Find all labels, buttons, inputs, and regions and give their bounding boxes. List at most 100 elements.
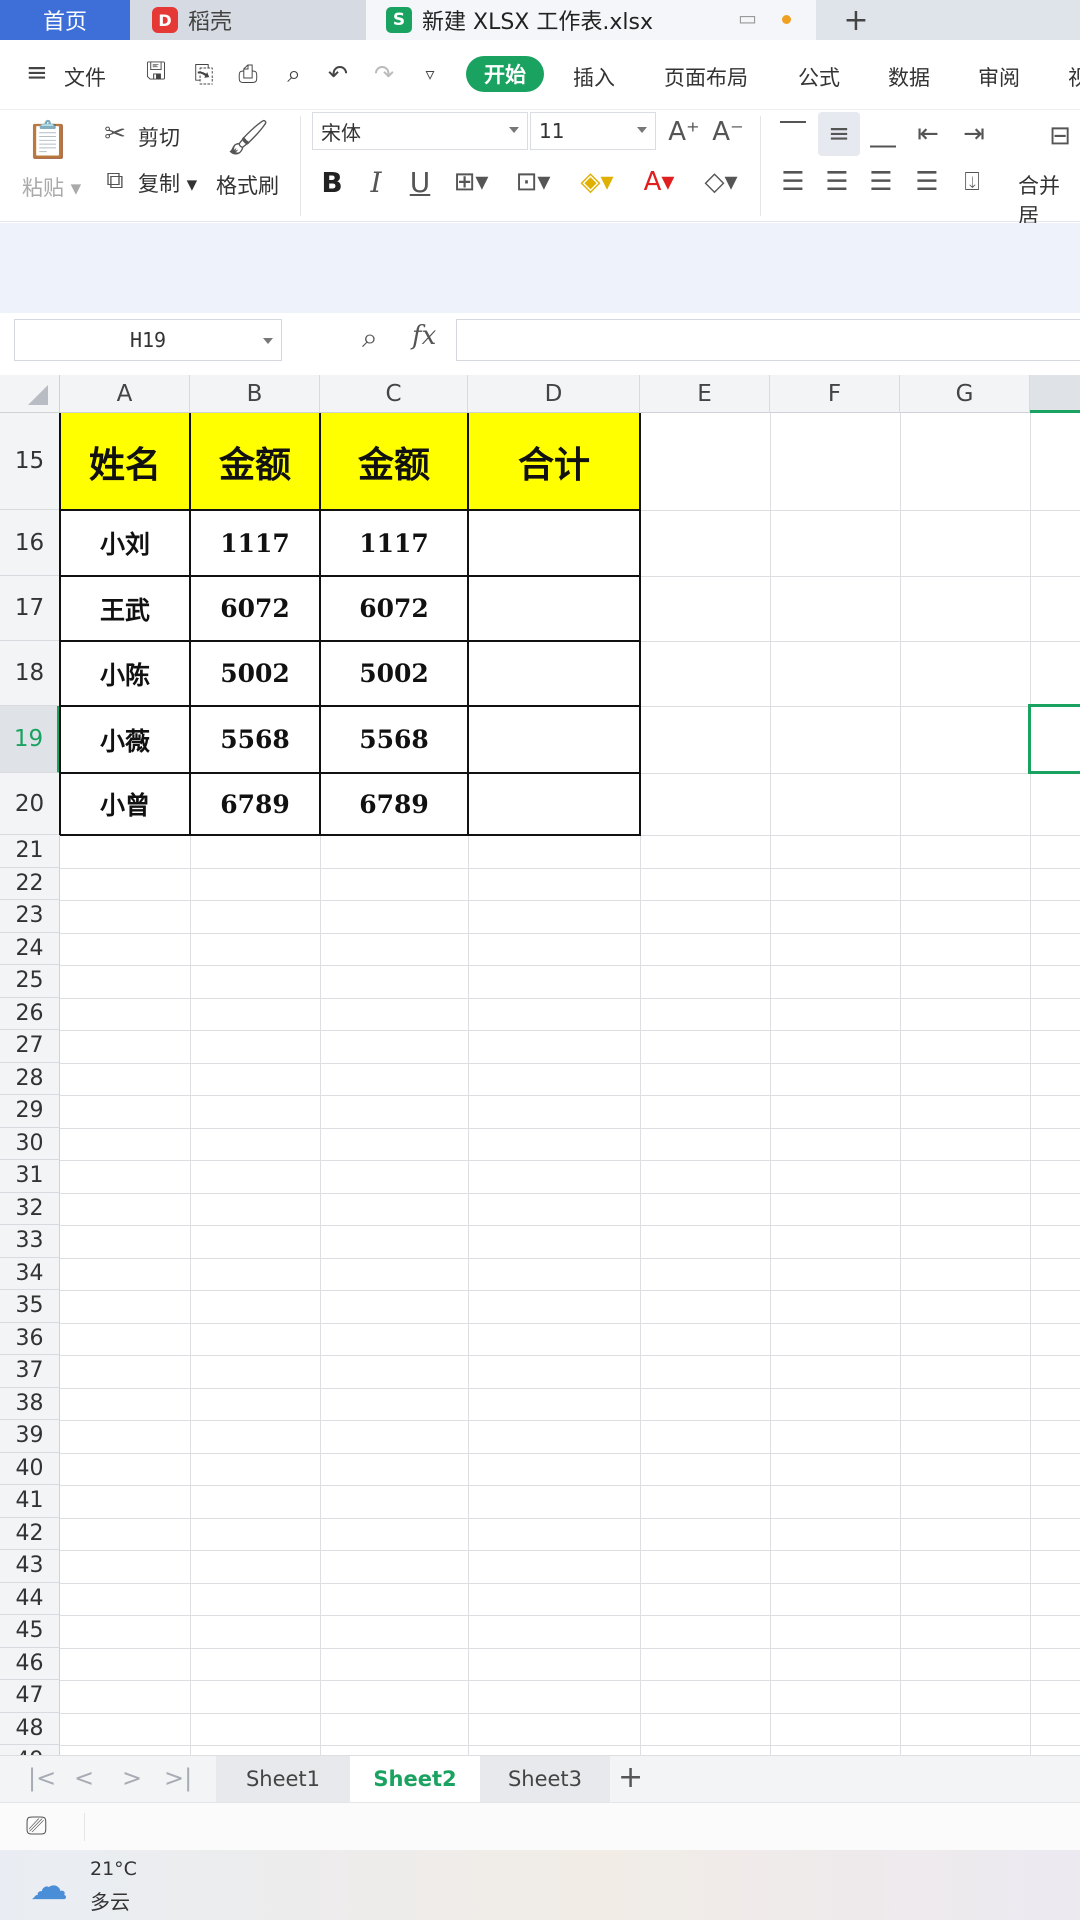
row-header[interactable]: 37 [0, 1355, 60, 1388]
print-preview-icon[interactable]: ⌕ [278, 58, 310, 90]
column-header[interactable]: E [640, 375, 770, 413]
clear-format-icon[interactable]: ◇▾ [696, 162, 746, 202]
table-cell[interactable] [468, 576, 640, 641]
hamburger-menu-icon[interactable]: ≡ [26, 58, 48, 88]
row-header[interactable]: 33 [0, 1225, 60, 1258]
menu-insert[interactable]: 插入 [573, 62, 615, 92]
column-header[interactable]: B [190, 375, 320, 413]
align-bottom-icon[interactable]: ⎽ [866, 116, 900, 152]
justify-icon[interactable]: ☰ [910, 162, 944, 202]
table-cell[interactable]: 6072 [190, 576, 320, 641]
selected-cell[interactable] [1028, 704, 1080, 774]
cloudy-weather-icon[interactable]: ☁ [30, 1864, 68, 1908]
table-cell[interactable]: 5002 [190, 641, 320, 706]
border-icon[interactable]: ⊞▾ [448, 162, 494, 202]
column-header-selected[interactable] [1030, 375, 1080, 413]
table-cell[interactable]: 小陈 [60, 641, 190, 706]
row-header[interactable]: 19 [0, 706, 60, 773]
merge-cells-button[interactable]: 合并居 [1018, 170, 1080, 230]
table-cell[interactable] [468, 706, 640, 773]
font-size-select[interactable]: 11 [530, 112, 656, 150]
row-header[interactable]: 40 [0, 1452, 60, 1485]
quick-access-more-icon[interactable]: ▿ [414, 58, 446, 90]
save-icon[interactable]: 🖫 [140, 57, 172, 90]
increase-font-icon[interactable]: A⁺ [666, 114, 702, 150]
table-cell[interactable]: 5002 [320, 641, 468, 706]
menu-start[interactable]: 开始 [466, 56, 544, 92]
bold-icon[interactable]: B [316, 162, 348, 202]
column-header[interactable]: A [60, 375, 190, 413]
menu-formula[interactable]: 公式 [798, 62, 840, 92]
table-header-cell[interactable]: 金额 [320, 413, 468, 510]
cell-format-icon[interactable]: ⊡▾ [510, 162, 556, 202]
row-header[interactable]: 16 [0, 510, 60, 576]
table-cell[interactable] [468, 641, 640, 706]
row-header[interactable]: 29 [0, 1095, 60, 1128]
print-icon[interactable]: ⎙ [232, 58, 264, 90]
tab-workbook[interactable]: S 新建 XLSX 工作表.xlsx ▭ [366, 0, 816, 40]
row-header[interactable]: 28 [0, 1062, 60, 1095]
insert-function-button[interactable]: fx [412, 321, 436, 351]
undo-icon[interactable]: ↶ [322, 58, 354, 90]
row-header[interactable]: 41 [0, 1485, 60, 1518]
name-box[interactable]: H19 [14, 319, 282, 361]
table-cell[interactable]: 6789 [190, 773, 320, 835]
row-header[interactable]: 27 [0, 1030, 60, 1063]
align-top-icon[interactable]: ⎺ [776, 116, 810, 152]
redo-icon[interactable]: ↷ [368, 58, 400, 90]
add-sheet-button[interactable]: + [618, 1760, 643, 1795]
decrease-font-icon[interactable]: A⁻ [710, 114, 746, 150]
export-icon[interactable]: ⎘ [188, 58, 220, 90]
tab-daoke[interactable]: D 稻壳 [130, 0, 366, 40]
spreadsheet-grid[interactable]: ABCDEFG 15 16 17 18 19 20 21 22 23 24 25 26 27 28 29 30… [0, 375, 1080, 1755]
cut-button[interactable]: 剪切 [138, 122, 180, 152]
row-header[interactable]: 32 [0, 1192, 60, 1225]
format-painter-button[interactable]: 格式刷 [216, 170, 279, 200]
first-sheet-icon[interactable]: |< [28, 1764, 56, 1792]
table-cell[interactable]: 1117 [320, 510, 468, 576]
column-header[interactable]: D [468, 375, 640, 413]
next-sheet-icon[interactable]: > [122, 1764, 142, 1792]
row-header[interactable]: 24 [0, 932, 60, 965]
select-all-corner[interactable] [0, 375, 60, 413]
row-header[interactable]: 18 [0, 641, 60, 706]
row-header[interactable]: 45 [0, 1615, 60, 1648]
column-header[interactable]: F [770, 375, 900, 413]
row-header[interactable]: 38 [0, 1387, 60, 1420]
row-header[interactable]: 21 [0, 835, 60, 868]
row-header[interactable]: 26 [0, 997, 60, 1030]
decrease-indent-icon[interactable]: ⇤ [910, 116, 946, 152]
table-cell[interactable]: 小薇 [60, 706, 190, 773]
row-header[interactable]: 43 [0, 1550, 60, 1583]
row-header[interactable]: 49 [0, 1745, 60, 1755]
table-cell[interactable]: 小刘 [60, 510, 190, 576]
table-cell[interactable] [468, 510, 640, 576]
copy-button[interactable]: 复制 ▾ [138, 168, 197, 198]
row-header[interactable]: 22 [0, 867, 60, 900]
fill-color-icon[interactable]: ◈▾ [572, 162, 622, 202]
row-header[interactable]: 44 [0, 1582, 60, 1615]
table-cell[interactable]: 6789 [320, 773, 468, 835]
sheet-tab-3[interactable]: Sheet3 [480, 1756, 610, 1802]
screen-icon[interactable]: ▭ [738, 6, 757, 30]
row-header[interactable]: 23 [0, 900, 60, 933]
underline-icon[interactable]: U [404, 162, 436, 202]
row-header[interactable]: 15 [0, 413, 60, 510]
row-header[interactable]: 25 [0, 965, 60, 998]
font-family-select[interactable]: 宋体 [312, 112, 528, 150]
new-tab-button[interactable]: + [836, 0, 876, 40]
align-right-icon[interactable]: ☰ [864, 162, 898, 202]
row-header[interactable]: 35 [0, 1290, 60, 1323]
table-cell[interactable] [468, 773, 640, 835]
formula-input[interactable] [456, 319, 1080, 361]
menu-page-layout[interactable]: 页面布局 [664, 62, 748, 92]
row-header[interactable]: 17 [0, 576, 60, 641]
row-header[interactable]: 20 [0, 773, 60, 835]
menu-file[interactable]: 文件 [64, 62, 106, 92]
table-header-cell[interactable]: 姓名 [60, 413, 190, 510]
italic-icon[interactable]: I [360, 162, 392, 202]
align-center-icon[interactable]: ☰ [820, 162, 854, 202]
prev-sheet-icon[interactable]: < [74, 1764, 94, 1792]
table-cell[interactable]: 小曾 [60, 773, 190, 835]
align-left-icon[interactable]: ☰ [776, 162, 810, 202]
